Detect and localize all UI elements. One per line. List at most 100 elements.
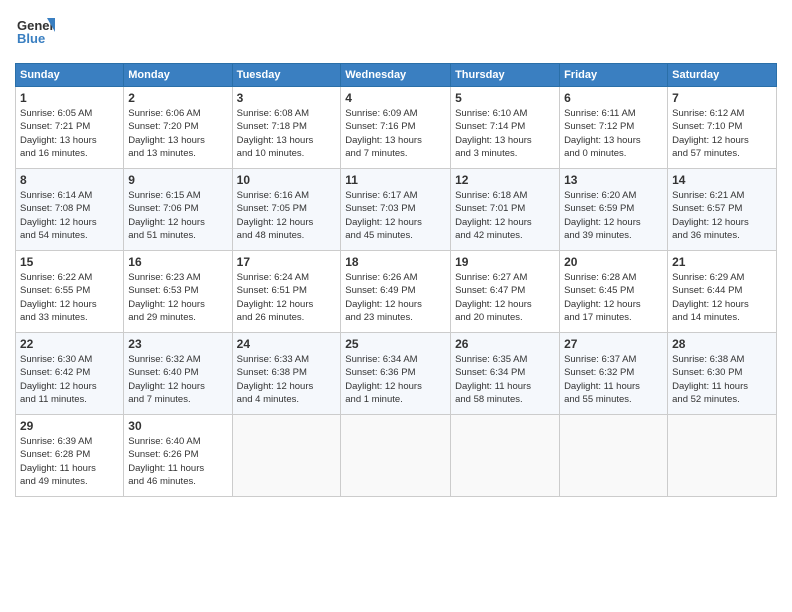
day-number: 5 xyxy=(455,91,555,105)
day-number: 6 xyxy=(564,91,663,105)
calendar-cell: 13 Sunrise: 6:20 AM Sunset: 6:59 PM Dayli… xyxy=(560,169,668,251)
calendar-cell: 18 Sunrise: 6:26 AM Sunset: 6:49 PM Dayli… xyxy=(341,251,451,333)
col-header-monday: Monday xyxy=(124,64,232,87)
header: General Blue xyxy=(15,10,777,55)
day-info: Sunrise: 6:29 AM Sunset: 6:44 PM Dayligh… xyxy=(672,271,772,324)
day-number: 11 xyxy=(345,173,446,187)
calendar-cell: 6 Sunrise: 6:11 AM Sunset: 7:12 PM Daylig… xyxy=(560,87,668,169)
day-info: Sunrise: 6:20 AM Sunset: 6:59 PM Dayligh… xyxy=(564,189,663,242)
calendar-cell: 8 Sunrise: 6:14 AM Sunset: 7:08 PM Daylig… xyxy=(16,169,124,251)
day-info: Sunrise: 6:26 AM Sunset: 6:49 PM Dayligh… xyxy=(345,271,446,324)
day-number: 29 xyxy=(20,419,119,433)
day-number: 1 xyxy=(20,91,119,105)
col-header-wednesday: Wednesday xyxy=(341,64,451,87)
calendar-cell: 7 Sunrise: 6:12 AM Sunset: 7:10 PM Daylig… xyxy=(668,87,777,169)
calendar-cell: 12 Sunrise: 6:18 AM Sunset: 7:01 PM Dayli… xyxy=(451,169,560,251)
day-number: 9 xyxy=(128,173,227,187)
calendar-cell: 22 Sunrise: 6:30 AM Sunset: 6:42 PM Dayli… xyxy=(16,333,124,415)
day-info: Sunrise: 6:23 AM Sunset: 6:53 PM Dayligh… xyxy=(128,271,227,324)
day-number: 12 xyxy=(455,173,555,187)
day-number: 14 xyxy=(672,173,772,187)
calendar-cell: 1 Sunrise: 6:05 AM Sunset: 7:21 PM Daylig… xyxy=(16,87,124,169)
day-info: Sunrise: 6:08 AM Sunset: 7:18 PM Dayligh… xyxy=(237,107,337,160)
day-number: 13 xyxy=(564,173,663,187)
day-number: 26 xyxy=(455,337,555,351)
calendar-week-1: 1 Sunrise: 6:05 AM Sunset: 7:21 PM Daylig… xyxy=(16,87,777,169)
calendar-cell: 19 Sunrise: 6:27 AM Sunset: 6:47 PM Dayli… xyxy=(451,251,560,333)
day-info: Sunrise: 6:21 AM Sunset: 6:57 PM Dayligh… xyxy=(672,189,772,242)
day-info: Sunrise: 6:32 AM Sunset: 6:40 PM Dayligh… xyxy=(128,353,227,406)
calendar-cell: 11 Sunrise: 6:17 AM Sunset: 7:03 PM Dayli… xyxy=(341,169,451,251)
calendar-cell xyxy=(560,415,668,497)
logo-icon: General Blue xyxy=(15,10,55,55)
calendar-cell: 23 Sunrise: 6:32 AM Sunset: 6:40 PM Dayli… xyxy=(124,333,232,415)
day-info: Sunrise: 6:34 AM Sunset: 6:36 PM Dayligh… xyxy=(345,353,446,406)
day-info: Sunrise: 6:40 AM Sunset: 6:26 PM Dayligh… xyxy=(128,435,227,488)
col-header-thursday: Thursday xyxy=(451,64,560,87)
svg-text:Blue: Blue xyxy=(17,31,45,46)
calendar-cell xyxy=(341,415,451,497)
calendar-cell xyxy=(451,415,560,497)
day-info: Sunrise: 6:28 AM Sunset: 6:45 PM Dayligh… xyxy=(564,271,663,324)
calendar-cell: 9 Sunrise: 6:15 AM Sunset: 7:06 PM Daylig… xyxy=(124,169,232,251)
day-number: 17 xyxy=(237,255,337,269)
calendar-cell: 15Sunrise: 6:22 AM Sunset: 6:55 PM Dayli… xyxy=(16,251,124,333)
day-number: 30 xyxy=(128,419,227,433)
calendar-week-3: 15Sunrise: 6:22 AM Sunset: 6:55 PM Dayli… xyxy=(16,251,777,333)
day-number: 18 xyxy=(345,255,446,269)
day-info: Sunrise: 6:11 AM Sunset: 7:12 PM Dayligh… xyxy=(564,107,663,160)
day-number: 8 xyxy=(20,173,119,187)
col-header-saturday: Saturday xyxy=(668,64,777,87)
logo: General Blue xyxy=(15,10,61,55)
calendar-cell xyxy=(232,415,341,497)
day-info: Sunrise: 6:33 AM Sunset: 6:38 PM Dayligh… xyxy=(237,353,337,406)
calendar-cell: 25Sunrise: 6:34 AM Sunset: 6:36 PM Dayli… xyxy=(341,333,451,415)
calendar-cell: 21 Sunrise: 6:29 AM Sunset: 6:44 PM Dayli… xyxy=(668,251,777,333)
day-number: 28 xyxy=(672,337,772,351)
day-info: Sunrise: 6:15 AM Sunset: 7:06 PM Dayligh… xyxy=(128,189,227,242)
day-number: 27 xyxy=(564,337,663,351)
calendar-week-5: 29 Sunrise: 6:39 AM Sunset: 6:28 PM Dayli… xyxy=(16,415,777,497)
calendar-cell: 14 Sunrise: 6:21 AM Sunset: 6:57 PM Dayli… xyxy=(668,169,777,251)
calendar-header-row: SundayMondayTuesdayWednesdayThursdayFrid… xyxy=(16,64,777,87)
day-number: 7 xyxy=(672,91,772,105)
day-number: 23 xyxy=(128,337,227,351)
calendar-cell: 27Sunrise: 6:37 AM Sunset: 6:32 PM Dayli… xyxy=(560,333,668,415)
day-info: Sunrise: 6:09 AM Sunset: 7:16 PM Dayligh… xyxy=(345,107,446,160)
calendar-cell: 30 Sunrise: 6:40 AM Sunset: 6:26 PM Dayli… xyxy=(124,415,232,497)
calendar-cell: 5 Sunrise: 6:10 AM Sunset: 7:14 PM Daylig… xyxy=(451,87,560,169)
day-number: 3 xyxy=(237,91,337,105)
day-number: 4 xyxy=(345,91,446,105)
day-number: 2 xyxy=(128,91,227,105)
calendar-cell: 28Sunrise: 6:38 AM Sunset: 6:30 PM Dayli… xyxy=(668,333,777,415)
day-number: 21 xyxy=(672,255,772,269)
calendar-cell: 10 Sunrise: 6:16 AM Sunset: 7:05 PM Dayli… xyxy=(232,169,341,251)
day-number: 22 xyxy=(20,337,119,351)
calendar-cell: 3 Sunrise: 6:08 AM Sunset: 7:18 PM Daylig… xyxy=(232,87,341,169)
day-info: Sunrise: 6:24 AM Sunset: 6:51 PM Dayligh… xyxy=(237,271,337,324)
calendar-cell: 16Sunrise: 6:23 AM Sunset: 6:53 PM Dayli… xyxy=(124,251,232,333)
calendar-cell: 2Sunrise: 6:06 AM Sunset: 7:20 PM Daylig… xyxy=(124,87,232,169)
calendar-cell: 4 Sunrise: 6:09 AM Sunset: 7:16 PM Daylig… xyxy=(341,87,451,169)
day-info: Sunrise: 6:30 AM Sunset: 6:42 PM Dayligh… xyxy=(20,353,119,406)
day-number: 24 xyxy=(237,337,337,351)
day-info: Sunrise: 6:27 AM Sunset: 6:47 PM Dayligh… xyxy=(455,271,555,324)
day-info: Sunrise: 6:12 AM Sunset: 7:10 PM Dayligh… xyxy=(672,107,772,160)
day-info: Sunrise: 6:10 AM Sunset: 7:14 PM Dayligh… xyxy=(455,107,555,160)
day-info: Sunrise: 6:35 AM Sunset: 6:34 PM Dayligh… xyxy=(455,353,555,406)
calendar-week-4: 22 Sunrise: 6:30 AM Sunset: 6:42 PM Dayli… xyxy=(16,333,777,415)
day-info: Sunrise: 6:18 AM Sunset: 7:01 PM Dayligh… xyxy=(455,189,555,242)
calendar-cell: 29 Sunrise: 6:39 AM Sunset: 6:28 PM Dayli… xyxy=(16,415,124,497)
day-number: 10 xyxy=(237,173,337,187)
day-info: Sunrise: 6:05 AM Sunset: 7:21 PM Dayligh… xyxy=(20,107,119,160)
day-info: Sunrise: 6:16 AM Sunset: 7:05 PM Dayligh… xyxy=(237,189,337,242)
day-info: Sunrise: 6:17 AM Sunset: 7:03 PM Dayligh… xyxy=(345,189,446,242)
day-number: 19 xyxy=(455,255,555,269)
col-header-friday: Friday xyxy=(560,64,668,87)
calendar-table: SundayMondayTuesdayWednesdayThursdayFrid… xyxy=(15,63,777,497)
day-info: Sunrise: 6:22 AM Sunset: 6:55 PM Dayligh… xyxy=(20,271,119,324)
calendar-cell xyxy=(668,415,777,497)
day-info: Sunrise: 6:14 AM Sunset: 7:08 PM Dayligh… xyxy=(20,189,119,242)
col-header-sunday: Sunday xyxy=(16,64,124,87)
day-info: Sunrise: 6:39 AM Sunset: 6:28 PM Dayligh… xyxy=(20,435,119,488)
